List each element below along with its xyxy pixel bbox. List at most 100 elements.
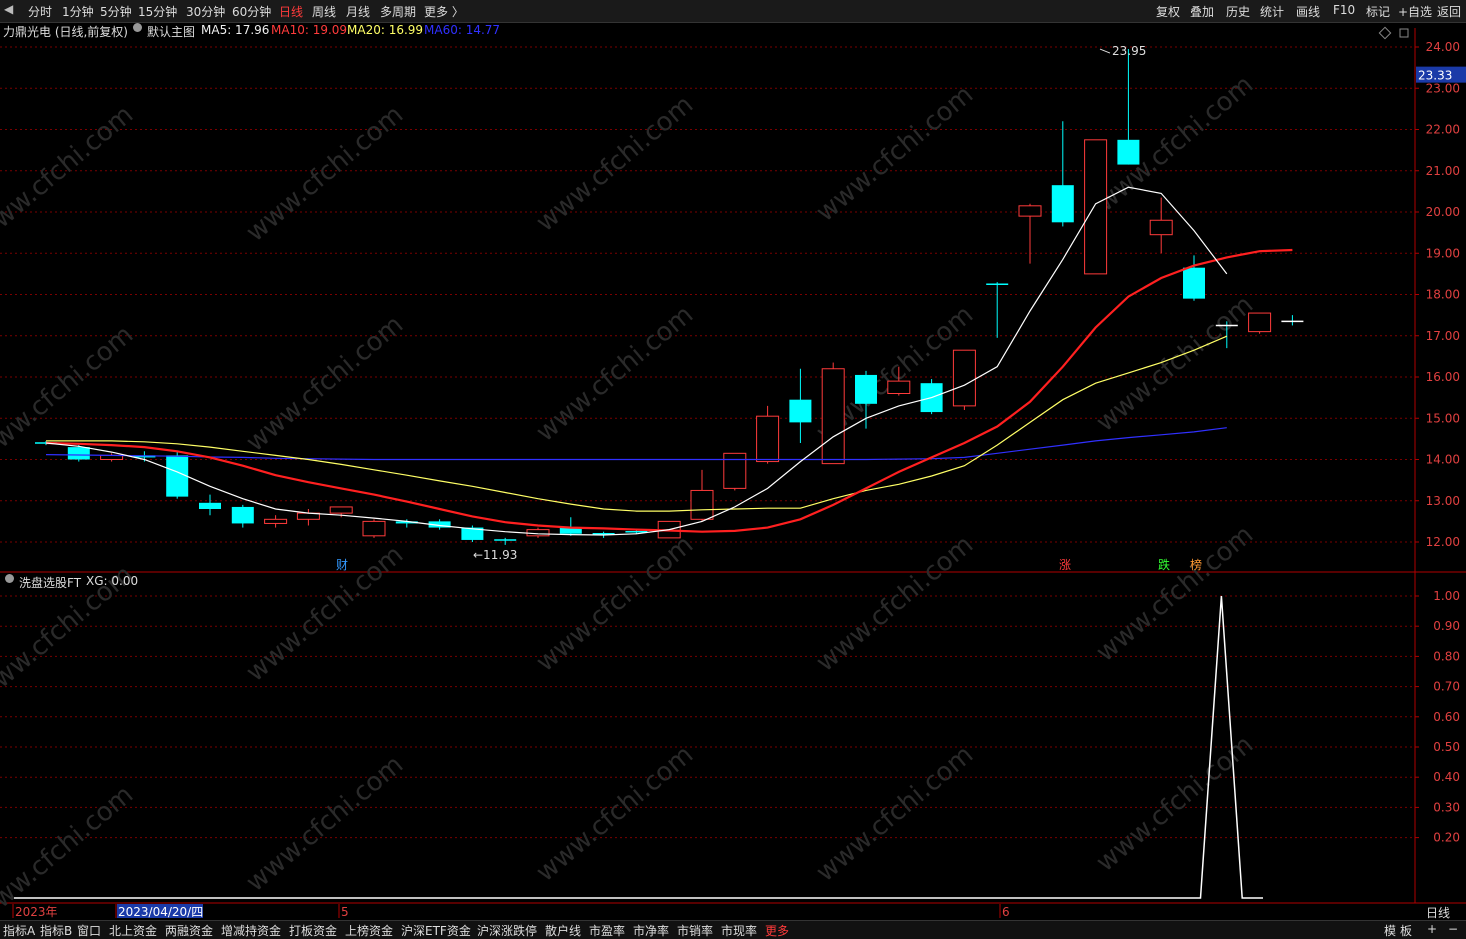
event-marker[interactable]: 财 [336,558,348,572]
candle-body-down [855,374,877,404]
indicator-dot-icon[interactable] [5,574,14,583]
tab-pe[interactable]: 市盈率 [589,922,625,939]
price-tick-label: 24.00 [1426,40,1460,54]
ma10-value: MA10: 19.09 [271,23,348,37]
indicator-tick-label: 0.90 [1433,619,1460,633]
return-button[interactable]: 返回 [1437,3,1461,20]
candle-body-up [1084,139,1108,275]
period-tab-60min[interactable]: 60分钟 [232,3,271,20]
date-label: 2023/04/20/四 [118,905,203,919]
indicator-name[interactable]: 洗盘选股FT [19,574,81,591]
period-tab-multi[interactable]: 多周期 [380,3,416,20]
price-tick-label: 16.00 [1426,370,1460,384]
tab-retail-line[interactable]: 散户线 [545,922,581,939]
event-marker[interactable]: 涨 [1059,557,1071,572]
indicator-tick-label: 1.00 [1433,589,1460,603]
watermark-text: www.cfchi.com [811,740,980,888]
period-tab-30min[interactable]: 30分钟 [186,3,225,20]
price-tick-label: 23.00 [1426,81,1460,95]
history-button[interactable]: 历史 [1226,3,1250,20]
tab-etf-funds[interactable]: 沪深ETF资金 [401,922,471,939]
date-label: 6 [1002,905,1010,919]
tab-ps[interactable]: 市销率 [677,922,713,939]
candle-body-down [231,506,254,524]
high-price-pointer [1099,48,1111,54]
candle-body-up [756,415,780,463]
price-tick-label: 17.00 [1426,329,1460,343]
watermark-text: www.cfchi.com [0,100,139,248]
square-icon[interactable] [1399,28,1409,38]
indicator-tick-label: 0.20 [1433,831,1460,845]
watermark-text: www.cfchi.com [241,100,410,248]
ma60-value: MA60: 14.77 [424,23,501,37]
period-label: 日线 [1426,906,1450,920]
candle-body-down [1183,267,1205,299]
f10-button[interactable]: F10 [1333,3,1355,17]
tab-more[interactable]: 更多 [765,922,789,939]
candle-body-up [1018,205,1042,217]
indicator-tick-label: 0.40 [1433,770,1460,784]
stats-button[interactable]: 统计 [1260,3,1284,20]
candle-body-down [1117,139,1140,165]
period-tab-monthly[interactable]: 月线 [346,3,370,20]
tab-pcf[interactable]: 市现率 [721,922,757,939]
event-marker[interactable]: 跌 [1158,557,1170,572]
candle-body-down [789,399,812,423]
candle-body-down [166,455,189,497]
bottom-tab-bar: 指标A 指标B 窗口 北上资金 两融资金 增减持资金 打板资金 上榜资金 沪深E… [0,920,1466,939]
watermark-text: www.cfchi.com [531,530,700,678]
stock-chart[interactable]: 24.00 23.00 22.00 21.00 20.00 19.00 18.00 17.00… [0,0,1466,938]
tab-list-funds[interactable]: 上榜资金 [345,922,393,939]
low-price-label: ←11.93 [473,548,517,562]
period-tab-more[interactable]: 更多 〉 [424,3,464,20]
chart-template-name[interactable]: 默认主图 [147,23,195,40]
template-button[interactable]: 模 [1384,922,1396,939]
zoom-out-button[interactable]: − [1448,922,1458,936]
tab-pb[interactable]: 市净率 [633,922,669,939]
high-price-label: 23.95 [1112,44,1146,58]
period-tab-fenshi[interactable]: 分时 [28,3,52,20]
watermark-text: www.cfchi.com [531,740,700,888]
date-label: 5 [341,905,349,919]
period-tab-5min[interactable]: 5分钟 [100,3,132,20]
candle-body-up [952,349,976,407]
diamond-icon[interactable] [1378,26,1392,40]
candle-body-down [67,447,90,460]
tab-indicator-b[interactable]: 指标B [40,922,72,939]
watermark-text: www.cfchi.com [241,540,410,688]
ma5-value: MA5: 17.96 [201,23,270,37]
tab-indicator-a[interactable]: 指标A [3,922,35,939]
settings-dot-icon[interactable] [133,23,142,32]
event-marker[interactable]: 榜 [1190,557,1202,572]
mark-button[interactable]: 标记 [1366,3,1390,20]
tab-northbound[interactable]: 北上资金 [109,922,157,939]
tab-limit-stats[interactable]: 沪深涨跌停 [477,922,537,939]
tab-holding-change[interactable]: 增减持资金 [221,922,281,939]
candle-body-up [362,520,386,537]
price-tick-label: 14.00 [1426,453,1460,467]
zoom-in-button[interactable]: + [1427,922,1437,936]
candle-body-up [1248,312,1272,333]
price-tick-label: 18.00 [1426,288,1460,302]
tab-margin[interactable]: 两融资金 [165,922,213,939]
period-tab-1min[interactable]: 1分钟 [62,3,94,20]
current-price-label: 23.33 [1418,69,1452,83]
candle-body-down [199,502,221,509]
adjust-button[interactable]: 复权 [1156,3,1180,20]
indicator-tick-label: 0.30 [1433,800,1460,814]
candle-body-up [723,452,747,489]
period-tab-15min[interactable]: 15分钟 [138,3,177,20]
price-tick-label: 15.00 [1426,411,1460,425]
watermark-text: www.cfchi.com [1091,70,1260,218]
watermark-text: www.cfchi.com [531,300,700,448]
overlay-button[interactable]: 叠加 [1190,3,1214,20]
tab-window[interactable]: 窗口 [77,922,101,939]
period-tab-daily[interactable]: 日线 [279,3,303,20]
add-watchlist-button[interactable]: +自选 [1398,3,1432,20]
period-tab-weekly[interactable]: 周线 [312,3,336,20]
tab-limit-up-funds[interactable]: 打板资金 [289,922,337,939]
board-button[interactable]: 板 [1400,922,1412,939]
draw-button[interactable]: 画线 [1296,3,1320,20]
period-toolbar: ◀ 分时 1分钟 5分钟 15分钟 30分钟 60分钟 日线 周线 月线 多周期… [0,0,1466,23]
back-arrow-icon[interactable]: ◀ [4,2,13,16]
